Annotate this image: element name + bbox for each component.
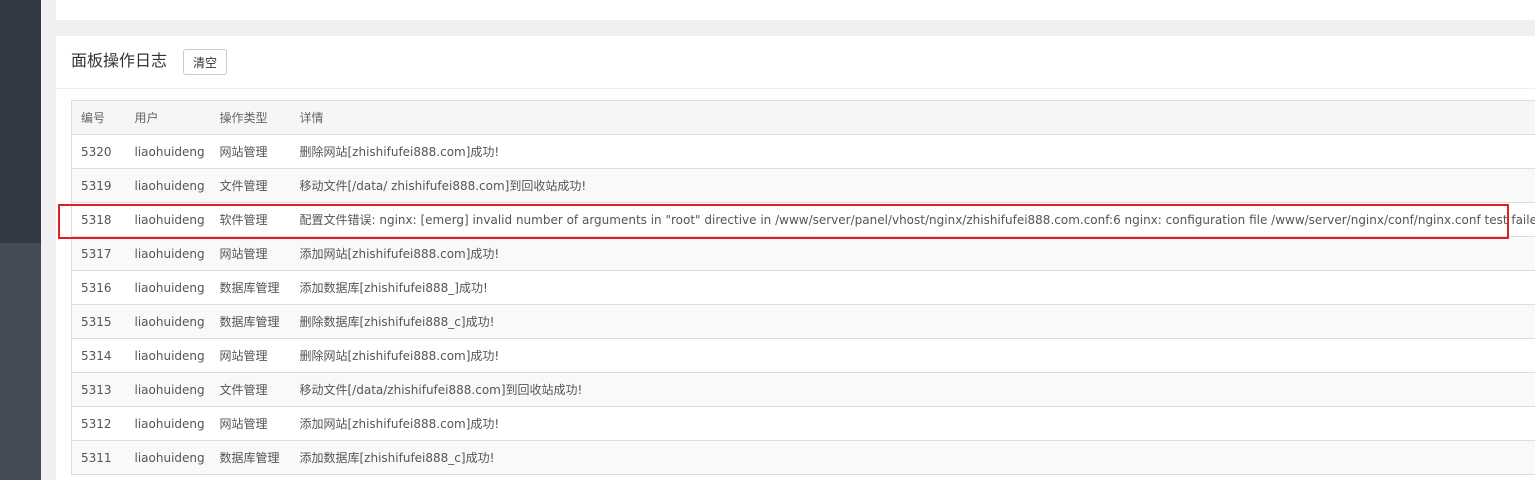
cell-type: 网站管理 xyxy=(210,406,291,441)
cell-user: liaohuideng xyxy=(125,338,211,373)
cell-type: 数据库管理 xyxy=(210,270,291,305)
cell-user: liaohuideng xyxy=(125,440,211,475)
cell-user: liaohuideng xyxy=(125,406,211,441)
cell-detail: 删除网站[zhishifufei888.com]成功! xyxy=(290,338,1535,373)
cell-id: 5314 xyxy=(71,338,126,373)
column-header-id[interactable]: 编号 xyxy=(71,100,126,135)
sidebar xyxy=(0,0,41,480)
cell-detail: 添加数据库[zhishifufei888_c]成功! xyxy=(290,440,1535,475)
cell-user: liaohuideng xyxy=(125,202,211,237)
table-row: 5316 liaohuideng 数据库管理 添加数据库[zhishifufei… xyxy=(71,270,1535,305)
cell-id: 5320 xyxy=(71,134,126,169)
cell-type: 网站管理 xyxy=(210,338,291,373)
table-row: 5311 liaohuideng 数据库管理 添加数据库[zhishifufei… xyxy=(71,440,1535,475)
panel-header: 面板操作日志 清空 xyxy=(56,36,1535,89)
table-row: 5312 liaohuideng 网站管理 添加网站[zhishifufei88… xyxy=(71,406,1535,441)
cell-detail: 添加网站[zhishifufei888.com]成功! xyxy=(290,236,1535,271)
column-header-type[interactable]: 操作类型 xyxy=(210,100,291,135)
cell-id: 5318 xyxy=(71,202,126,237)
cell-id: 5317 xyxy=(71,236,126,271)
cell-type: 软件管理 xyxy=(210,202,291,237)
panel-title: 面板操作日志 xyxy=(71,51,168,70)
column-header-user[interactable]: 用户 xyxy=(125,100,211,135)
log-table: 编号 用户 操作类型 详情 5320 liaohuideng 网站管理 删除网站… xyxy=(71,100,1535,475)
cell-detail: 移动文件[/data/zhishifufei888.com]到回收站成功! xyxy=(290,372,1535,407)
cell-id: 5319 xyxy=(71,168,126,203)
cell-detail: 添加网站[zhishifufei888.com]成功! xyxy=(290,406,1535,441)
table-row-highlighted: 5318 liaohuideng 软件管理 配置文件错误: nginx: [em… xyxy=(71,202,1535,237)
cell-user: liaohuideng xyxy=(125,304,211,339)
cell-type: 数据库管理 xyxy=(210,304,291,339)
table-row: 5320 liaohuideng 网站管理 删除网站[zhishifufei88… xyxy=(71,134,1535,169)
clear-button[interactable]: 清空 xyxy=(183,49,227,75)
cell-detail: 配置文件错误: nginx: [emerg] invalid number of… xyxy=(290,202,1535,237)
column-header-detail[interactable]: 详情 xyxy=(290,100,1535,135)
cell-user: liaohuideng xyxy=(125,372,211,407)
table-row: 5319 liaohuideng 文件管理 移动文件[/data/ zhishi… xyxy=(71,168,1535,203)
cell-user: liaohuideng xyxy=(125,134,211,169)
table-row: 5317 liaohuideng 网站管理 添加网站[zhishifufei88… xyxy=(71,236,1535,271)
cell-type: 网站管理 xyxy=(210,134,291,169)
table-row: 5313 liaohuideng 文件管理 移动文件[/data/zhishif… xyxy=(71,372,1535,407)
table-row: 5314 liaohuideng 网站管理 删除网站[zhishifufei88… xyxy=(71,338,1535,373)
table-header-row: 编号 用户 操作类型 详情 xyxy=(71,100,1535,135)
cell-type: 文件管理 xyxy=(210,372,291,407)
cell-detail: 添加数据库[zhishifufei888_]成功! xyxy=(290,270,1535,305)
cell-detail: 移动文件[/data/ zhishifufei888.com]到回收站成功! xyxy=(290,168,1535,203)
cell-type: 文件管理 xyxy=(210,168,291,203)
cell-id: 5316 xyxy=(71,270,126,305)
cell-user: liaohuideng xyxy=(125,236,211,271)
cell-user: liaohuideng xyxy=(125,270,211,305)
top-panel xyxy=(56,0,1535,20)
cell-detail: 删除数据库[zhishifufei888_c]成功! xyxy=(290,304,1535,339)
table-row: 5315 liaohuideng 数据库管理 删除数据库[zhishifufei… xyxy=(71,304,1535,339)
cell-id: 5315 xyxy=(71,304,126,339)
cell-id: 5313 xyxy=(71,372,126,407)
cell-id: 5312 xyxy=(71,406,126,441)
cell-user: liaohuideng xyxy=(125,168,211,203)
cell-type: 网站管理 xyxy=(210,236,291,271)
sidebar-menu-area xyxy=(0,0,41,243)
cell-id: 5311 xyxy=(71,440,126,475)
cell-type: 数据库管理 xyxy=(210,440,291,475)
cell-detail: 删除网站[zhishifufei888.com]成功! xyxy=(290,134,1535,169)
panel-operation-log: 面板操作日志 清空 编号 用户 操作类型 详情 5320 liaohuideng… xyxy=(56,36,1535,480)
